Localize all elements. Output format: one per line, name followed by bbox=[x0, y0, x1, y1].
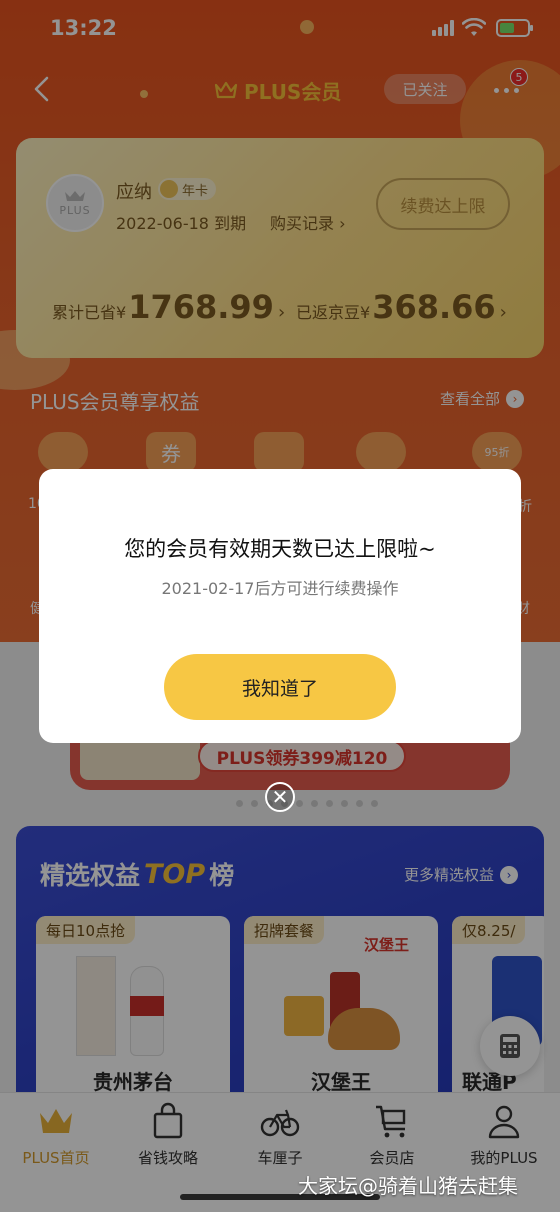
close-icon[interactable]: ✕ bbox=[265, 782, 295, 812]
dialog-title: 您的会员有效期天数已达上限啦~ bbox=[124, 537, 436, 561]
dialog-subtitle: 2021-02-17后方可进行续费操作 bbox=[161, 579, 399, 598]
renewal-limit-dialog: 您的会员有效期天数已达上限啦~ 2021-02-17后方可进行续费操作 我知道了 bbox=[39, 469, 521, 743]
dialog-confirm-button[interactable]: 我知道了 bbox=[164, 654, 396, 720]
page: 13:22 PLUS会员 已关注 5 PLUS 应纳 年卡 2022-06-18… bbox=[0, 0, 560, 1212]
watermark-text: 大家坛@骑着山猪去赶集 bbox=[298, 1174, 518, 1198]
